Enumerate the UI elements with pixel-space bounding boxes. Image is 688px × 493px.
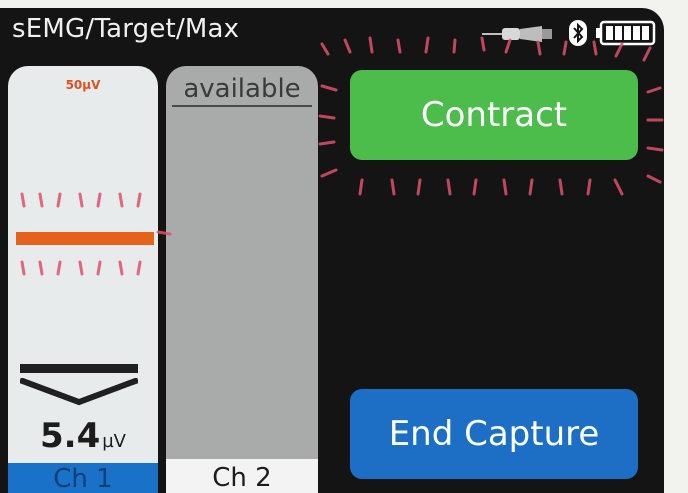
- contract-button[interactable]: Contract: [350, 70, 638, 160]
- chevron-down-icon: [20, 378, 138, 406]
- bluetooth-icon: [568, 19, 588, 47]
- battery-full-icon: [596, 20, 656, 46]
- device-screen: sEMG/Target/Max 50µV 5.4 µV Ch 1 availab…: [0, 8, 664, 493]
- channel-1-tab[interactable]: Ch 1: [8, 463, 158, 493]
- channel-1-unit: µV: [102, 431, 126, 452]
- target-line: [16, 232, 154, 245]
- channel-1-meter: 50µV 5.4 µV Ch 1: [8, 66, 158, 493]
- channel-1-reading: 5.4 µV: [8, 416, 158, 456]
- top-bar: sEMG/Target/Max: [0, 8, 664, 56]
- status-icons: [482, 18, 656, 48]
- max-level-bar: [20, 364, 138, 373]
- end-capture-button[interactable]: End Capture: [350, 389, 638, 479]
- screen-title: sEMG/Target/Max: [12, 14, 240, 44]
- channel-2-meter: available Ch 2: [166, 66, 318, 493]
- reference-scale-label: 50µV: [65, 78, 101, 92]
- channel-2-tab[interactable]: Ch 2: [166, 459, 318, 493]
- divider: [172, 105, 312, 107]
- channel-1-value: 5.4: [40, 416, 101, 456]
- channel-2-status: available: [183, 74, 301, 104]
- sensor-probe-icon: [482, 22, 560, 44]
